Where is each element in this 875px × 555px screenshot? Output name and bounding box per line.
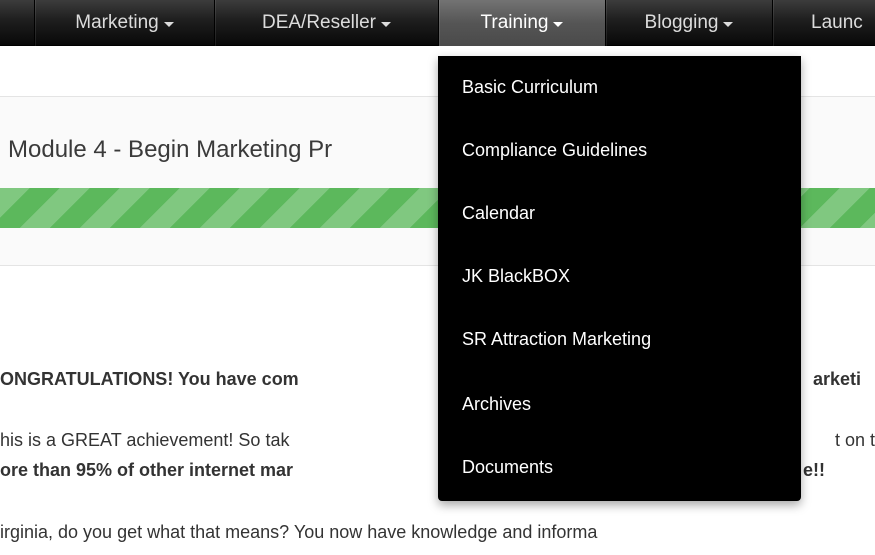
nav-item-marketing[interactable]: Marketing bbox=[34, 0, 214, 46]
paragraph-text: irginia, do you get what that means? You… bbox=[0, 522, 598, 542]
nav-item-label: Training bbox=[480, 12, 549, 33]
nav-item-blogging[interactable]: Blogging bbox=[605, 0, 772, 46]
percentage-text: ore than 95% of other internet mar bbox=[0, 460, 294, 480]
nav-item-label: Blogging bbox=[644, 12, 719, 33]
menu-item-archives[interactable]: Archives bbox=[462, 394, 531, 415]
menu-item-calendar[interactable]: Calendar bbox=[462, 203, 535, 224]
nav-item-label: DEA/Reseller bbox=[261, 12, 377, 33]
menu-item-basic-curriculum[interactable]: Basic Curriculum bbox=[462, 77, 598, 98]
nav-item-training[interactable]: Training bbox=[438, 0, 605, 46]
nav-item-label: Launc bbox=[811, 12, 863, 33]
nav-item-launch[interactable]: Launc bbox=[772, 0, 875, 46]
caret-down-icon bbox=[553, 22, 564, 27]
achievement-text-right: t on th bbox=[835, 430, 875, 450]
nav-item-label: Marketing bbox=[75, 12, 159, 33]
menu-item-sr-attraction-marketing[interactable]: SR Attraction Marketing bbox=[462, 329, 651, 350]
module-title: Module 4 - Begin Marketing Pr bbox=[8, 136, 333, 163]
caret-down-icon bbox=[723, 22, 734, 27]
caret-down-icon bbox=[163, 22, 174, 27]
congrats-text-right: arketi bbox=[813, 369, 862, 389]
caret-down-icon bbox=[381, 22, 392, 27]
menu-item-jk-blackbox[interactable]: JK BlackBOX bbox=[462, 266, 570, 287]
achievement-text: his is a GREAT achievement! So tak bbox=[0, 430, 290, 450]
training-dropdown-menu: Basic Curriculum Compliance Guidelines C… bbox=[438, 56, 801, 501]
menu-item-documents[interactable]: Documents bbox=[462, 457, 553, 478]
menu-item-compliance-guidelines[interactable]: Compliance Guidelines bbox=[462, 140, 647, 161]
nav-item-dea-reseller[interactable]: DEA/Reseller bbox=[214, 0, 438, 46]
top-navbar: Marketing DEA/Reseller Training Blogging… bbox=[0, 0, 875, 46]
congrats-text: ONGRATULATIONS! You have com bbox=[0, 369, 299, 389]
percentage-text-right: e!! bbox=[803, 460, 825, 480]
